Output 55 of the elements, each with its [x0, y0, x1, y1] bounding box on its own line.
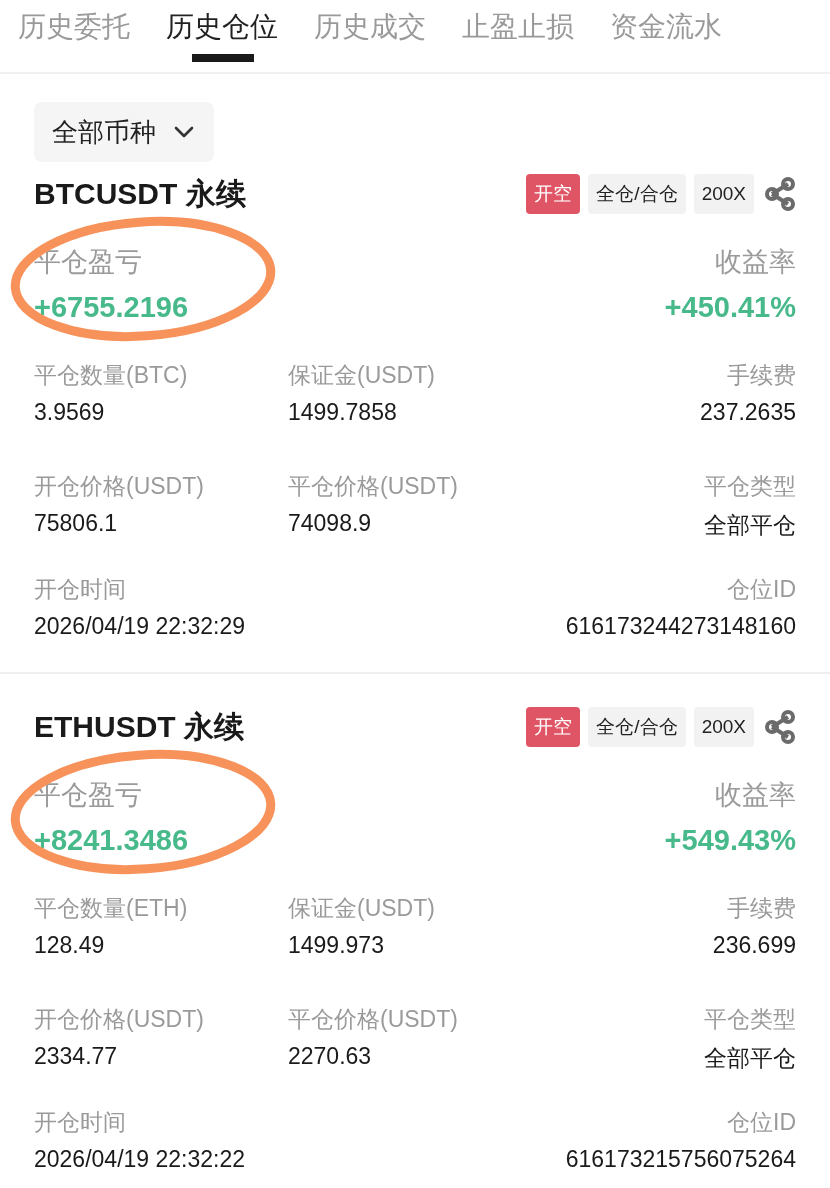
field-value: 2026/04/19 22:32:22	[34, 1146, 246, 1173]
roi-value: +450.41%	[664, 291, 796, 324]
field-value: 3.9569	[34, 399, 105, 426]
field-label: 手续费	[727, 894, 796, 923]
field-value: 237.2635	[700, 399, 796, 426]
field-label: 仓位ID	[727, 1108, 796, 1137]
roi-label: 收益率	[715, 246, 796, 279]
share-icon[interactable]	[764, 177, 796, 211]
tag: 开空	[526, 707, 581, 747]
tag: 全仓/合仓	[588, 707, 686, 747]
field-value: 616173244273148160	[565, 613, 796, 640]
field-value: 全部平仓	[704, 1044, 796, 1073]
roi-value: +549.43%	[664, 824, 796, 857]
tag: 全仓/合仓	[588, 174, 686, 214]
tab[interactable]: 资金流水	[610, 0, 722, 62]
field-value: 1499.7858	[288, 399, 397, 426]
field-value: 128.49	[34, 932, 105, 959]
tab[interactable]: 历史仓位	[166, 0, 278, 62]
chevron-down-icon	[174, 126, 194, 138]
field-value: 616173215756075264	[565, 1146, 796, 1173]
share-icon[interactable]	[764, 710, 796, 744]
field-value: 全部平仓	[704, 511, 796, 540]
field-label: 仓位ID	[727, 575, 796, 604]
pnl-value: +8241.3486	[34, 824, 189, 857]
field-label: 开仓价格(USDT)	[34, 1005, 204, 1034]
field-label: 平仓类型	[704, 472, 796, 501]
tag: 200X	[693, 174, 754, 214]
field-value: 236.699	[712, 932, 796, 959]
contract-title: ETHUSDT 永续	[34, 708, 244, 745]
field-label: 平仓类型	[704, 1005, 796, 1034]
field-label: 保证金(USDT)	[288, 894, 435, 923]
field-label: 平仓价格(USDT)	[288, 1005, 458, 1034]
roi-label: 收益率	[715, 779, 796, 812]
field-label: 手续费	[727, 361, 796, 390]
tab[interactable]: 历史成交	[314, 0, 426, 62]
field-value: 1499.973	[288, 932, 384, 959]
field-label: 平仓价格(USDT)	[288, 472, 458, 501]
field-label: 开仓时间	[34, 575, 126, 604]
field-value: 75806.1	[34, 510, 118, 537]
field-label: 平仓数量(ETH)	[34, 894, 188, 923]
tag: 开空	[526, 174, 581, 214]
tag: 200X	[693, 707, 754, 747]
pnl-value: +6755.2196	[34, 291, 189, 324]
field-label: 平仓数量(BTC)	[34, 361, 188, 390]
coin-filter-dropdown[interactable]: 全部币种	[34, 102, 214, 162]
contract-title: BTCUSDT 永续	[34, 175, 246, 212]
field-label: 开仓时间	[34, 1108, 126, 1137]
field-value: 2026/04/19 22:32:29	[34, 613, 246, 640]
tab[interactable]: 止盈止损	[462, 0, 574, 62]
field-value: 2334.77	[34, 1043, 118, 1070]
field-label: 开仓价格(USDT)	[34, 472, 204, 501]
field-label: 保证金(USDT)	[288, 361, 435, 390]
field-value: 74098.9	[288, 510, 372, 537]
tab[interactable]: 历史委托	[18, 0, 130, 62]
field-value: 2270.63	[288, 1043, 372, 1070]
